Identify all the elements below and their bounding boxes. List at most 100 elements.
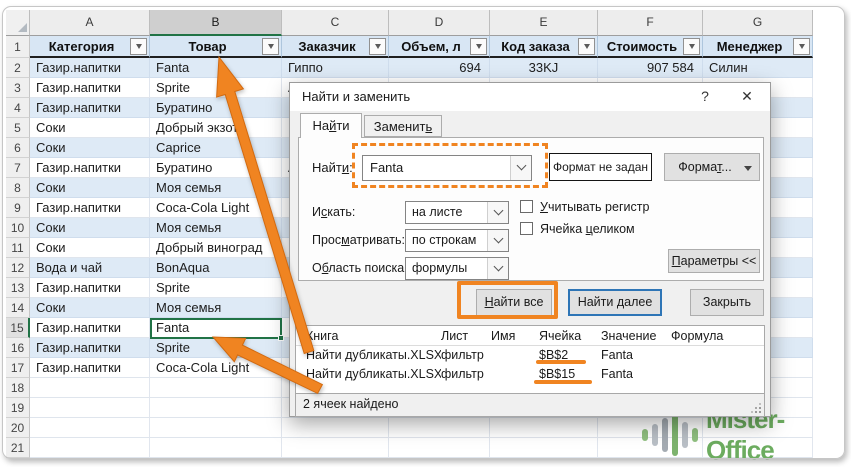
column-header-D[interactable]: D xyxy=(389,10,490,36)
cell-A7[interactable]: Газир.напитки xyxy=(30,158,150,178)
search-dropdown[interactable]: по строкам xyxy=(405,229,509,252)
select-all-corner[interactable] xyxy=(6,10,30,36)
within-dropdown[interactable]: на листе xyxy=(405,201,509,224)
cell-E20[interactable] xyxy=(490,418,598,438)
row-header-16[interactable]: 16 xyxy=(6,338,30,358)
options-button[interactable]: Параметры << xyxy=(668,249,760,273)
cell-B14[interactable]: Моя семья xyxy=(150,298,282,318)
cell-A11[interactable]: Соки xyxy=(30,238,150,258)
checkbox-icon[interactable] xyxy=(520,222,533,235)
cell-A14[interactable]: Соки xyxy=(30,298,150,318)
cell-A8[interactable]: Соки xyxy=(30,178,150,198)
combobox-dropdown-button[interactable] xyxy=(510,156,531,180)
find-what-combobox[interactable]: Fanta xyxy=(362,155,532,181)
cell-B16[interactable]: Sprite xyxy=(150,338,282,358)
row-header-12[interactable]: 12 xyxy=(6,258,30,278)
cell-E21[interactable] xyxy=(490,438,598,458)
row-header-15[interactable]: 15 xyxy=(6,318,30,338)
cell-B4[interactable]: Буратино xyxy=(150,98,282,118)
cell-B7[interactable]: Буратино xyxy=(150,158,282,178)
row-header-17[interactable]: 17 xyxy=(6,358,30,378)
filter-button-D[interactable] xyxy=(470,38,487,55)
cell-A15[interactable]: Газир.напитки xyxy=(30,318,150,338)
filter-button-A[interactable] xyxy=(130,38,147,55)
cell-B12[interactable]: BonAqua xyxy=(150,258,282,278)
cell-A13[interactable]: Газир.напитки xyxy=(30,278,150,298)
fill-handle[interactable] xyxy=(278,335,284,341)
cell-A17[interactable]: Газир.напитки xyxy=(30,358,150,378)
cell-B11[interactable]: Добрый виноград xyxy=(150,238,282,258)
row-header-14[interactable]: 14 xyxy=(6,298,30,318)
row-header-13[interactable]: 13 xyxy=(6,278,30,298)
cell-B9[interactable]: Coca-Cola Light xyxy=(150,198,282,218)
column-header-E[interactable]: E xyxy=(490,10,598,36)
cell-B17[interactable]: Coca-Cola Light xyxy=(150,358,282,378)
cell-C21[interactable] xyxy=(282,438,389,458)
cell-B3[interactable]: Sprite xyxy=(150,78,282,98)
tab-replace[interactable]: Заменить xyxy=(364,115,442,137)
cell-A21[interactable] xyxy=(30,438,150,458)
close-icon[interactable]: ✕ xyxy=(738,88,756,105)
cell-B21[interactable] xyxy=(150,438,282,458)
cell-A16[interactable]: Газир.напитки xyxy=(30,338,150,358)
row-header-11[interactable]: 11 xyxy=(6,238,30,258)
cell-A19[interactable] xyxy=(30,398,150,418)
cell-A3[interactable]: Газир.напитки xyxy=(30,78,150,98)
cell-F2[interactable]: 907 584 xyxy=(598,58,703,78)
row-header-2[interactable]: 2 xyxy=(6,58,30,78)
filter-button-F[interactable] xyxy=(683,38,700,55)
find-next-button[interactable]: Найти далее xyxy=(568,289,662,316)
result-row-2[interactable]: Найти дубликаты.XLSXфильтр$B$15Fanta xyxy=(296,365,764,384)
column-header-A[interactable]: A xyxy=(30,10,150,36)
cell-B20[interactable] xyxy=(150,418,282,438)
cell-A5[interactable]: Соки xyxy=(30,118,150,138)
cell-B13[interactable]: Sprite xyxy=(150,278,282,298)
column-header-F[interactable]: F xyxy=(598,10,703,36)
resize-grip[interactable] xyxy=(751,403,761,413)
row-header-7[interactable]: 7 xyxy=(6,158,30,178)
cell-B5[interactable]: Добрый экзоти xyxy=(150,118,282,138)
row-header-5[interactable]: 5 xyxy=(6,118,30,138)
row-header-20[interactable]: 20 xyxy=(6,418,30,438)
cell-B18[interactable] xyxy=(150,378,282,398)
cell-B6[interactable]: Caprice xyxy=(150,138,282,158)
row-header-19[interactable]: 19 xyxy=(6,398,30,418)
cell-B10[interactable]: Моя семья xyxy=(150,218,282,238)
row-header-1[interactable]: 1 xyxy=(6,36,30,58)
cell-D20[interactable] xyxy=(389,418,490,438)
row-header-10[interactable]: 10 xyxy=(6,218,30,238)
cell-A4[interactable]: Газир.напитки xyxy=(30,98,150,118)
dropdown-button[interactable] xyxy=(487,202,508,223)
match-case-checkbox-row[interactable]: Учитывать регистр xyxy=(520,200,649,216)
format-button[interactable]: Формат... xyxy=(664,153,760,181)
cell-D21[interactable] xyxy=(389,438,490,458)
dropdown-button[interactable] xyxy=(487,230,508,251)
cell-A9[interactable]: Газир.напитки xyxy=(30,198,150,218)
cell-A20[interactable] xyxy=(30,418,150,438)
row-header-21[interactable]: 21 xyxy=(6,438,30,458)
cell-A12[interactable]: Вода и чай xyxy=(30,258,150,278)
cell-D2[interactable]: 694 xyxy=(389,58,490,78)
row-header-4[interactable]: 4 xyxy=(6,98,30,118)
tab-find[interactable]: Найти xyxy=(300,113,362,138)
column-header-B[interactable]: B xyxy=(150,10,282,36)
row-header-8[interactable]: 8 xyxy=(6,178,30,198)
filter-button-B[interactable] xyxy=(262,38,279,55)
row-header-9[interactable]: 9 xyxy=(6,198,30,218)
cell-E2[interactable]: 33KJ xyxy=(490,58,598,78)
filter-button-E[interactable] xyxy=(578,38,595,55)
column-header-C[interactable]: C xyxy=(282,10,389,36)
cell-G2[interactable]: Силин xyxy=(703,58,813,78)
filter-button-G[interactable] xyxy=(793,38,810,55)
result-row-1[interactable]: Найти дубликаты.XLSXфильтр$B$2Fanta xyxy=(296,346,764,365)
cell-A18[interactable] xyxy=(30,378,150,398)
find-all-button[interactable]: Найти все xyxy=(476,289,552,316)
close-button[interactable]: Закрыть xyxy=(690,289,764,316)
column-header-G[interactable]: G xyxy=(703,10,813,36)
cell-A10[interactable]: Соки xyxy=(30,218,150,238)
checkbox-icon[interactable] xyxy=(520,200,533,213)
cell-A2[interactable]: Газир.напитки xyxy=(30,58,150,78)
help-icon[interactable]: ? xyxy=(696,88,714,104)
dropdown-button[interactable] xyxy=(487,258,508,279)
cell-B19[interactable] xyxy=(150,398,282,418)
